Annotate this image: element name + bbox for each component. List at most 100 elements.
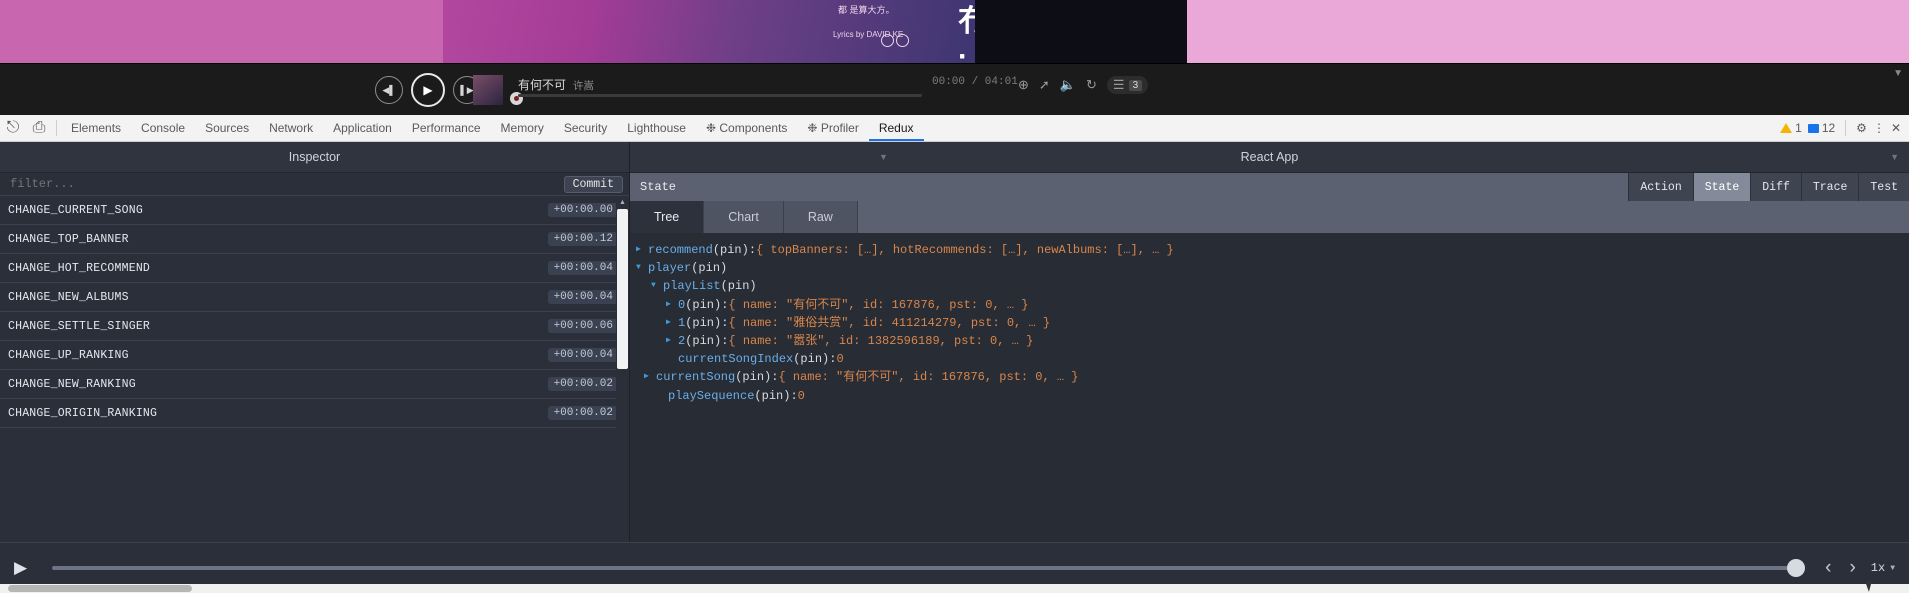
action-row[interactable]: CHANGE_SETTLE_SINGER +00:00.06: [0, 312, 629, 341]
chevron-right-icon[interactable]: ▶: [636, 241, 648, 259]
tab-components[interactable]: ❉ Components: [696, 115, 797, 141]
scrollbar-thumb[interactable]: [617, 209, 628, 369]
music-banner[interactable]: 都 是算大方。 冇·鬼 Rap 词/曲: Lil Ghost小鬼 Lyrics …: [443, 0, 1343, 115]
action-row[interactable]: CHANGE_NEW_ALBUMS +00:00.04: [0, 283, 629, 312]
tree-node[interactable]: playSequence (pin) : 0: [636, 387, 1909, 405]
warning-badge[interactable]: 1: [1780, 121, 1802, 135]
action-row[interactable]: CHANGE_UP_RANKING +00:00.04: [0, 341, 629, 370]
tree-node-sep: :: [721, 333, 729, 348]
action-row[interactable]: CHANGE_ORIGIN_RANKING +00:00.02: [0, 399, 629, 428]
tree-node[interactable]: ▼ player (pin): [636, 259, 1909, 277]
redux-devtools-panel: Inspector Commit CHANGE_CURRENT_SONG +00…: [0, 142, 1909, 579]
action-time: +00:00.04: [547, 261, 619, 275]
kebab-menu-icon[interactable]: ⋮: [1873, 121, 1885, 135]
chevron-right-icon[interactable]: ›: [1840, 557, 1864, 579]
action-time: +00:00.02: [547, 406, 619, 420]
device-toolbar-icon[interactable]: ⎙: [26, 115, 52, 141]
tab-console[interactable]: Console: [131, 115, 195, 141]
tab-profiler[interactable]: ❉ Profiler: [797, 115, 868, 141]
skip-back-icon[interactable]: ◀▌: [375, 76, 403, 104]
loop-icon[interactable]: ↻: [1086, 77, 1097, 93]
tree-node-key: currentSong: [656, 370, 736, 385]
chevron-down-icon[interactable]: ▼: [636, 259, 648, 277]
now-playing-artist: 许嵩: [573, 80, 595, 92]
player-right-icons: ⊕ ➚ 🔈 ↻ ☰ 3: [1018, 76, 1149, 94]
tab-network[interactable]: Network: [259, 115, 323, 141]
banner-rings-decoration: [881, 34, 909, 47]
chevron-down-icon[interactable]: ▼: [1890, 152, 1899, 162]
message-badge[interactable]: 12: [1807, 121, 1835, 135]
page-horizontal-scrollbar[interactable]: [0, 584, 1909, 593]
tree-node[interactable]: ▼ playList (pin): [636, 277, 1909, 295]
tree-node-key: 2: [678, 333, 686, 348]
tree-node-sep: :: [771, 370, 779, 385]
chevron-down-icon[interactable]: ▼: [879, 152, 888, 162]
chevron-right-icon[interactable]: ▶: [666, 314, 678, 332]
tree-node[interactable]: ▶ 2 (pin) : { name: "嚣张", id: 1382596189…: [636, 332, 1909, 350]
action-row[interactable]: CHANGE_CURRENT_SONG +00:00.00: [0, 196, 629, 225]
segment-diff[interactable]: Diff: [1750, 173, 1801, 201]
tab-performance[interactable]: Performance: [402, 115, 491, 141]
monitor-title: React App: [1240, 150, 1299, 164]
chevron-down-icon[interactable]: ▼: [651, 277, 663, 295]
tab-sources[interactable]: Sources: [195, 115, 259, 141]
gear-icon[interactable]: ⚙: [1856, 121, 1867, 135]
action-name: CHANGE_ORIGIN_RANKING: [8, 406, 158, 420]
tree-node-sep: :: [790, 388, 798, 403]
playlist-button[interactable]: ☰ 3: [1106, 76, 1149, 94]
tab-chart[interactable]: Chart: [704, 201, 784, 233]
tab-elements[interactable]: Elements: [61, 115, 131, 141]
page-scroll-caret-icon: ▼: [1893, 68, 1903, 79]
warning-icon: [1780, 123, 1793, 133]
tree-node[interactable]: ▶ 1 (pin) : { name: "雅俗共赏", id: 41121427…: [636, 314, 1909, 332]
tab-redux[interactable]: Redux: [869, 115, 924, 141]
segment-state[interactable]: State: [1692, 173, 1751, 201]
volume-icon[interactable]: 🔈: [1060, 77, 1076, 93]
scrollbar-thumb[interactable]: [8, 585, 192, 592]
action-list-scrollbar[interactable]: ▲ ▼: [616, 196, 629, 579]
segment-test[interactable]: Test: [1858, 173, 1909, 201]
commit-button[interactable]: Commit: [563, 175, 623, 193]
state-tree[interactable]: ▶ recommend (pin) : { topBanners: […], h…: [630, 233, 1909, 579]
tree-node[interactable]: ▶ currentSong (pin) : { name: "有何不可", id…: [636, 368, 1909, 386]
tree-node[interactable]: currentSongIndex (pin) : 0: [636, 350, 1909, 368]
play-icon[interactable]: ▶: [411, 73, 445, 107]
now-playing-cover[interactable]: [473, 75, 503, 105]
play-icon[interactable]: ▶: [14, 558, 40, 578]
add-icon[interactable]: ⊕: [1018, 77, 1029, 93]
slider-knob[interactable]: [1787, 559, 1806, 577]
tree-node-value: 0: [836, 352, 844, 367]
action-row[interactable]: CHANGE_NEW_RANKING +00:00.02: [0, 370, 629, 399]
timetravel-slider[interactable]: [52, 559, 1806, 577]
tree-node-key: playSequence: [668, 388, 755, 403]
chevron-left-icon[interactable]: ‹: [1816, 557, 1840, 579]
inspector-column: Inspector Commit CHANGE_CURRENT_SONG +00…: [0, 142, 630, 579]
chevron-right-icon[interactable]: ▶: [666, 332, 678, 350]
segment-action[interactable]: Action: [1628, 173, 1693, 201]
share-icon[interactable]: ➚: [1039, 77, 1050, 93]
action-list[interactable]: CHANGE_CURRENT_SONG +00:00.00 CHANGE_TOP…: [0, 196, 629, 579]
inspect-element-icon[interactable]: ⎋: [0, 115, 26, 141]
action-row[interactable]: CHANGE_TOP_BANNER +00:00.12: [0, 225, 629, 254]
tab-raw[interactable]: Raw: [783, 201, 858, 233]
tab-security[interactable]: Security: [554, 115, 617, 141]
toolbar-divider: [56, 120, 57, 136]
close-icon[interactable]: ✕: [1891, 121, 1901, 135]
playback-progress-slider[interactable]: [518, 94, 922, 97]
tree-node[interactable]: ▶ 0 (pin) : { name: "有何不可", id: 167876, …: [636, 296, 1909, 314]
tree-node-preview: { name: "有何不可", id: 167876, pst: 0, … }: [728, 297, 1029, 312]
chevron-right-icon[interactable]: ▶: [644, 368, 656, 386]
player-controls: ◀▌ ▶ ▌▶: [375, 73, 481, 107]
scroll-up-icon[interactable]: ▲: [616, 196, 629, 209]
action-row[interactable]: CHANGE_HOT_RECOMMEND +00:00.04: [0, 254, 629, 283]
tab-tree[interactable]: Tree: [630, 201, 705, 233]
tab-application[interactable]: Application: [323, 115, 402, 141]
tab-lighthouse[interactable]: Lighthouse: [617, 115, 696, 141]
chevron-right-icon[interactable]: ▶: [666, 296, 678, 314]
speed-selector[interactable]: 1x ▼: [1865, 561, 1895, 575]
filter-input[interactable]: [8, 176, 564, 192]
tab-memory[interactable]: Memory: [491, 115, 554, 141]
segment-trace[interactable]: Trace: [1800, 173, 1859, 201]
tree-node-preview: { name: "雅俗共赏", id: 411214279, pst: 0, ……: [728, 315, 1051, 330]
tree-node[interactable]: ▶ recommend (pin) : { topBanners: […], h…: [636, 241, 1909, 259]
